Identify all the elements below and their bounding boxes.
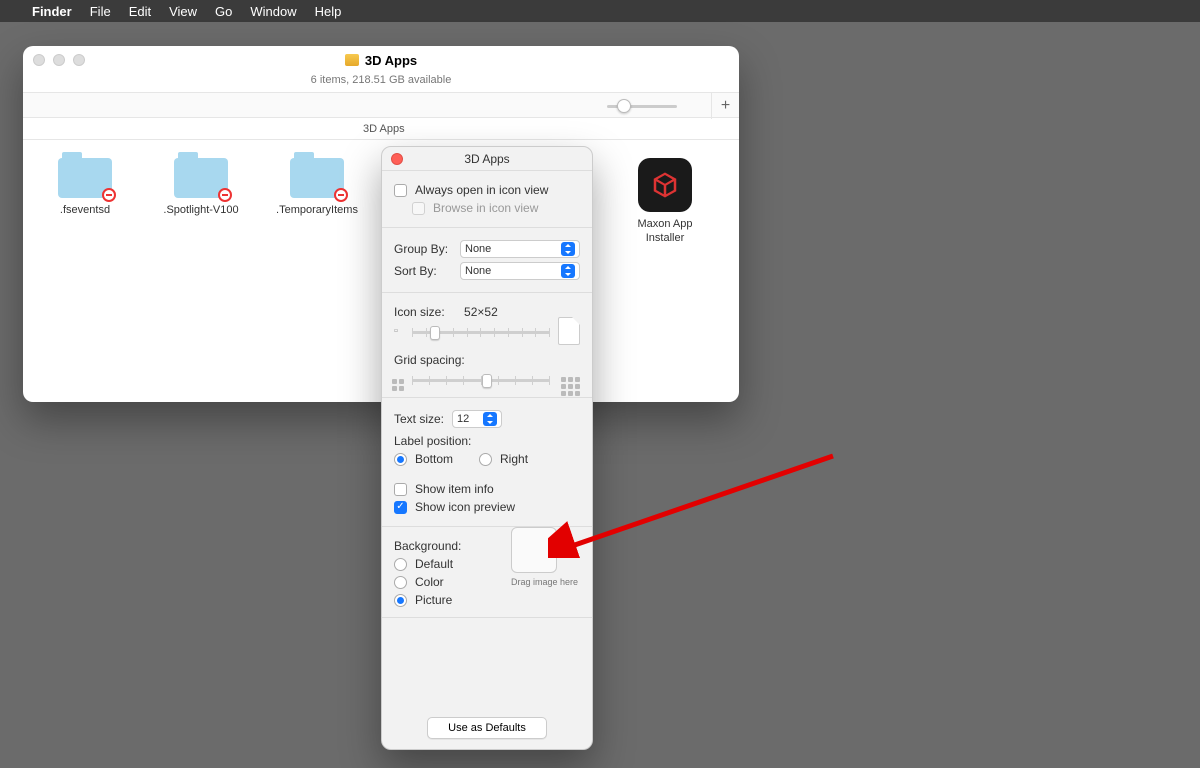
- file-label: .TemporaryItems: [275, 204, 359, 218]
- menu-view[interactable]: View: [169, 4, 197, 19]
- volume-icon: [345, 54, 359, 66]
- tight-grid-icon: [392, 375, 404, 391]
- zoom-window-button[interactable]: [73, 54, 85, 66]
- background-label: Background:: [394, 539, 461, 553]
- group-by-label: Group By:: [394, 242, 452, 256]
- app-menu[interactable]: Finder: [32, 4, 72, 19]
- bg-picture-label: Picture: [415, 593, 452, 607]
- use-as-defaults-button[interactable]: Use as Defaults: [427, 717, 547, 739]
- bg-color-label: Color: [415, 575, 444, 589]
- browse-icon-view-checkbox: [412, 202, 425, 215]
- icon-size-value: 52×52: [464, 305, 498, 319]
- text-size-select[interactable]: 12: [452, 410, 502, 428]
- menu-file[interactable]: File: [90, 4, 111, 19]
- show-icon-preview-label: Show icon preview: [415, 500, 515, 514]
- panel-title: 3D Apps: [464, 152, 509, 166]
- browse-icon-view-label: Browse in icon view: [433, 201, 538, 215]
- traffic-lights: [33, 54, 85, 66]
- always-open-checkbox[interactable]: [394, 184, 407, 197]
- menu-help[interactable]: Help: [315, 4, 342, 19]
- file-label: .Spotlight-V100: [159, 204, 243, 218]
- show-item-info-checkbox[interactable]: [394, 483, 407, 496]
- label-right-text: Right: [500, 452, 528, 466]
- panel-close-button[interactable]: [391, 153, 403, 165]
- panel-titlebar[interactable]: 3D Apps: [382, 147, 592, 171]
- bg-default-radio[interactable]: [394, 558, 407, 571]
- small-doc-icon: ▫: [394, 325, 398, 337]
- label-bottom-text: Bottom: [415, 452, 453, 466]
- folder-fseventsd[interactable]: .fseventsd: [43, 158, 127, 218]
- bg-color-radio[interactable]: [394, 576, 407, 589]
- menu-edit[interactable]: Edit: [129, 4, 151, 19]
- label-right-radio[interactable]: [479, 453, 492, 466]
- folder-spotlight[interactable]: .Spotlight-V100: [159, 158, 243, 218]
- minimize-window-button[interactable]: [53, 54, 65, 66]
- menu-window[interactable]: Window: [250, 4, 296, 19]
- app-maxon-installer[interactable]: Maxon App Installer: [623, 158, 707, 246]
- text-size-value: 12: [457, 413, 469, 425]
- finder-toolbar: +: [23, 92, 739, 118]
- background-image-dropzone[interactable]: [511, 527, 557, 573]
- grid-spacing-label: Grid spacing:: [394, 353, 465, 367]
- menu-go[interactable]: Go: [215, 4, 232, 19]
- path-bar[interactable]: 3D Apps: [23, 118, 739, 140]
- dropdown-arrows-icon: [561, 264, 575, 278]
- large-doc-icon: [558, 317, 580, 345]
- no-access-badge-icon: [334, 188, 348, 202]
- icon-size-toolbar-slider[interactable]: [607, 99, 677, 113]
- grid-spacing-slider[interactable]: [394, 371, 580, 389]
- add-tab-button[interactable]: +: [711, 93, 739, 119]
- label-position-label: Label position:: [394, 434, 471, 448]
- menubar: Finder File Edit View Go Window Help: [0, 0, 1200, 22]
- sort-by-value: None: [465, 265, 491, 277]
- finder-titlebar[interactable]: 3D Apps: [23, 46, 739, 74]
- file-label: Maxon App Installer: [623, 218, 707, 246]
- sort-by-label: Sort By:: [394, 264, 452, 278]
- sort-by-select[interactable]: None: [460, 262, 580, 280]
- bg-picture-radio[interactable]: [394, 594, 407, 607]
- view-options-panel: 3D Apps Always open in icon view Browse …: [381, 146, 593, 750]
- folder-temporaryitems[interactable]: .TemporaryItems: [275, 158, 359, 218]
- label-bottom-radio[interactable]: [394, 453, 407, 466]
- icon-size-label: Icon size:: [394, 305, 445, 319]
- dropdown-arrows-icon: [561, 242, 575, 256]
- show-item-info-label: Show item info: [415, 482, 494, 496]
- no-access-badge-icon: [218, 188, 232, 202]
- no-access-badge-icon: [102, 188, 116, 202]
- always-open-label: Always open in icon view: [415, 183, 548, 197]
- bg-default-label: Default: [415, 557, 453, 571]
- icon-size-slider[interactable]: ▫: [394, 323, 580, 341]
- group-by-value: None: [465, 243, 491, 255]
- window-title: 3D Apps: [365, 53, 417, 68]
- status-bar: 6 items, 218.51 GB available: [23, 74, 739, 92]
- app-icon: [638, 158, 692, 212]
- text-size-label: Text size:: [394, 412, 444, 426]
- dropdown-arrows-icon: [483, 412, 497, 426]
- group-by-select[interactable]: None: [460, 240, 580, 258]
- dropzone-hint: Drag image here: [511, 577, 578, 587]
- loose-grid-icon: [561, 373, 580, 396]
- close-window-button[interactable]: [33, 54, 45, 66]
- file-label: .fseventsd: [43, 204, 127, 218]
- show-icon-preview-checkbox[interactable]: [394, 501, 407, 514]
